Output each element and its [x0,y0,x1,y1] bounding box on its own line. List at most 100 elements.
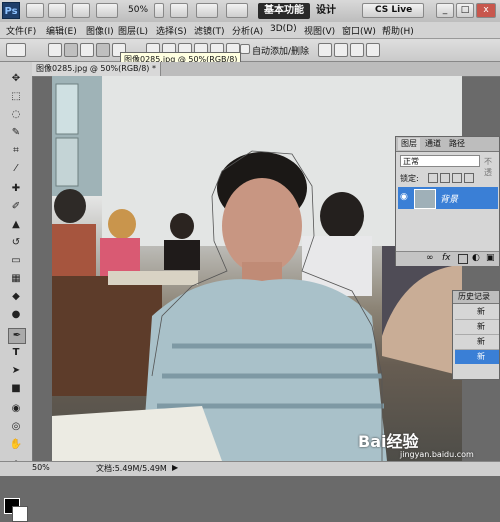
3d-rotate-tool-icon[interactable]: ◉ [8,402,24,416]
paths-mode-icon[interactable] [64,43,78,57]
cs-live-button[interactable]: CS Live [362,3,424,18]
history-item-selected[interactable]: 新 [455,350,499,364]
canvas-image[interactable] [52,76,462,461]
menu-image[interactable]: 图像(I) [86,24,114,37]
document-tab-title: 图像0285.jpg @ 50%(RGB/8) * [36,64,156,73]
clone-stamp-tool-icon[interactable]: ▲ [8,218,24,232]
auto-add-delete-label: 自动添加/删除 [252,47,310,57]
move-tool-icon[interactable]: ✥ [8,72,24,86]
hand-tool-icon-2[interactable]: ✋ [8,438,24,452]
menu-filter[interactable]: 滤镜(T) [194,24,225,37]
menu-select[interactable]: 选择(S) [156,24,187,37]
menu-help[interactable]: 帮助(H) [382,24,414,37]
photoshop-logo: Ps [2,2,20,19]
status-arrow-icon[interactable]: ▶ [172,463,178,472]
zoom-level-dropdown[interactable]: 50% [128,5,148,15]
minimize-button[interactable]: _ [436,3,454,18]
lasso-tool-icon[interactable]: ◌ [8,108,24,122]
healing-brush-tool-icon[interactable]: ✚ [8,182,24,196]
hand-tool-icon[interactable] [170,3,188,18]
pen-tool-preset-icon[interactable] [6,43,26,57]
blur-tool-icon[interactable]: ◆ [8,290,24,304]
eyedropper-tool-icon[interactable]: ⁄ [8,162,24,176]
minibridge-button[interactable] [48,3,66,18]
maximize-button[interactable]: □ [456,3,474,18]
history-item[interactable]: 新 [455,335,499,350]
menu-bar: 文件(F) 编辑(E) 图像(I) 图层(L) 选择(S) 滤镜(T) 分析(A… [0,22,500,39]
status-bar: 50% 文档:5.49M/5.49M ▶ [0,461,500,476]
menu-window[interactable]: 窗口(W) [342,24,376,37]
path-add-icon[interactable] [318,43,332,57]
path-intersect-icon[interactable] [350,43,364,57]
shape-tool-icon[interactable]: ■ [8,382,24,396]
lock-pixels-icon[interactable] [440,173,450,183]
zoom-level-icon[interactable] [96,3,118,18]
blend-mode-select[interactable]: 正常 [400,155,480,167]
menu-edit[interactable]: 编辑(E) [46,24,77,37]
lock-transparent-icon[interactable] [428,173,438,183]
menu-analysis[interactable]: 分析(A) [232,24,263,37]
background-color-swatch[interactable] [12,506,28,522]
fx-icon[interactable]: fx [442,253,451,263]
add-mask-icon[interactable] [458,254,468,264]
history-item[interactable]: 新 [455,305,499,320]
blend-mode-value: 正常 [403,157,419,166]
document-tab[interactable]: 图像0285.jpg @ 50%(RGB/8) * [32,62,161,76]
layer-row-background[interactable]: ◉ 背景 [398,187,498,209]
bridge-button[interactable] [26,3,44,18]
tab-paths[interactable]: 路径 [446,138,468,150]
lock-label: 锁定: [400,174,419,183]
cs-live-label: CS Live [375,5,413,15]
watermark-text: Bai经验 [358,432,419,451]
history-item[interactable]: 新 [455,320,499,335]
path-selection-tool-icon[interactable]: ➤ [8,364,24,378]
shape-layers-icon[interactable] [48,43,62,57]
screen-mode-icon[interactable] [226,3,248,18]
marquee-tool-icon[interactable]: ⬚ [8,90,24,104]
workspace-design-button[interactable]: 设计 [310,3,342,19]
path-subtract-icon[interactable] [334,43,348,57]
link-layers-icon[interactable]: ∞ [426,253,434,263]
menu-view[interactable]: 视图(V) [304,24,335,37]
workspace-more-icon[interactable] [345,3,357,18]
eraser-tool-icon[interactable]: ▭ [8,254,24,268]
crop-tool-icon[interactable]: ⌗ [8,144,24,158]
layer-visibility-eye-icon[interactable]: ◉ [400,192,410,202]
arrange-documents-icon[interactable] [196,3,218,18]
new-layer-icon[interactable]: ▣ [486,253,495,263]
status-zoom[interactable]: 50% [32,463,50,472]
layers-panel: 图层 通道 路径 正常 不透 锁定: ◉ 背景 ∞ fx ◐ ▣ [395,136,500,266]
tab-layers[interactable]: 图层 [398,138,420,150]
status-doc-info: 文档:5.49M/5.49M [96,464,167,473]
tab-channels[interactable]: 通道 [422,138,444,150]
close-window-button[interactable]: x [476,3,496,18]
quick-select-tool-icon[interactable]: ✎ [8,126,24,140]
menu-3d[interactable]: 3D(D) [270,24,297,34]
history-item-label: 新 [477,352,485,361]
layer-name: 背景 [440,195,459,205]
type-tool-icon[interactable]: T [8,346,24,360]
lock-all-icon[interactable] [464,173,474,183]
watermark-url: jingyan.baidu.com [400,450,474,459]
workspace-essentials-button[interactable]: 基本功能 [258,3,310,19]
pen-tool-icon[interactable]: ✒ [8,328,26,344]
brush-tool-icon[interactable]: ✐ [8,200,24,214]
gradient-tool-icon[interactable]: ▦ [8,272,24,286]
3d-orbit-tool-icon[interactable]: ◎ [8,420,24,434]
layers-panel-footer: ∞ fx ◐ ▣ [396,251,499,266]
history-brush-tool-icon[interactable]: ↺ [8,236,24,250]
menu-layer[interactable]: 图层(L) [118,24,148,37]
lock-position-icon[interactable] [452,173,462,183]
menu-file[interactable]: 文件(F) [6,24,36,37]
auto-add-delete-checkbox[interactable] [240,44,250,54]
view-extras-icon[interactable] [72,3,90,18]
path-exclude-icon[interactable] [366,43,380,57]
fill-pixels-icon[interactable] [80,43,94,57]
adjustment-layer-icon[interactable]: ◐ [472,253,480,263]
dodge-tool-icon[interactable]: ● [8,308,24,322]
history-panel-title[interactable]: 历史记录 [455,291,493,303]
baidu-watermark: Bai经验 [358,428,418,452]
zoom-dropdown-arrow-icon[interactable] [154,3,164,18]
history-item-label: 新 [477,307,485,316]
pen-icon[interactable] [96,43,110,57]
